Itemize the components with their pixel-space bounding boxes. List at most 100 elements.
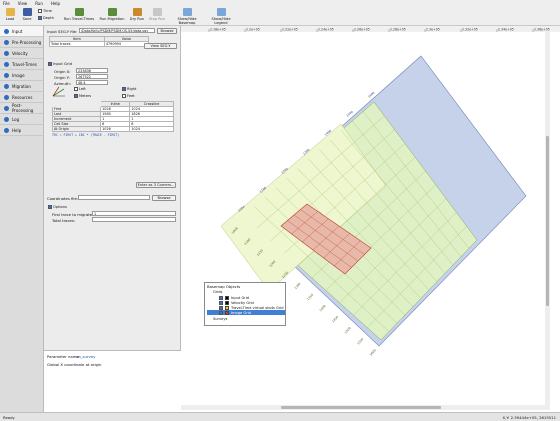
basemap-view[interactable]: 2.18e+05 2.2e+05 2.22e+05 2.24e+05 2.26e+05 2… [181, 26, 560, 412]
grid-parameters-table: Inline Crossline First 1026 1024 Last 1980 1… [51, 101, 174, 132]
save-button[interactable]: Save [20, 8, 34, 21]
menu-file[interactable]: File [3, 1, 10, 6]
origin-x-label: Origin X: [54, 69, 71, 74]
first-trace-field[interactable]: 1 [92, 211, 176, 216]
view-segy-button[interactable]: View SEG-Y [144, 43, 177, 49]
total-traces-value: 4790994 [103, 41, 150, 47]
run-migration-button[interactable]: Run Migration [98, 8, 126, 21]
sidebar-item-label: Velocity [12, 50, 28, 56]
dry-run-button[interactable]: Dry Run [128, 8, 146, 21]
parameter-description: Global X coordinate at origin [47, 362, 102, 367]
save-label: Save [22, 17, 32, 21]
run-icon [74, 8, 84, 16]
sidebar-item-label: Input [12, 28, 23, 34]
legend-swatch [225, 305, 229, 310]
depth-radio[interactable] [38, 16, 42, 20]
menu-help[interactable]: Help [51, 1, 60, 6]
sidebar-item-migration[interactable]: Migration [0, 81, 43, 92]
legend-item-grids[interactable]: Grids [213, 289, 222, 294]
pre-processing-icon [4, 39, 9, 45]
show-hide-basemap-button[interactable]: Show/Hide Basemap [170, 8, 204, 25]
input-grid-group[interactable]: Input Grid [48, 61, 72, 66]
sidebar-item-label: Travel-Times [12, 61, 37, 67]
sidebar-item-post-processing[interactable]: Post-Processing [0, 103, 43, 114]
run-travel-times-button[interactable]: Run Travel-Times [62, 8, 96, 21]
inline-cell[interactable]: 1026 [100, 126, 131, 132]
sidebar-item-resources[interactable]: Resources [0, 92, 43, 103]
origin-y-label: Origin Y: [54, 75, 70, 80]
sidebar-item-help[interactable]: Help [0, 125, 43, 136]
menu-run[interactable]: Run [35, 1, 43, 6]
legend-checkbox[interactable] [219, 305, 223, 310]
menu-view[interactable]: View [18, 1, 28, 6]
feet-option[interactable]: Feet [122, 94, 135, 98]
ruler-tick-label: 2.34e+05 [498, 28, 514, 32]
right-option[interactable]: Right [122, 87, 136, 91]
ruler-tick-label: 2.36e+05 [534, 28, 550, 32]
grid-orientation-icon [52, 86, 65, 97]
time-radio[interactable] [38, 9, 42, 13]
options-checkbox[interactable] [48, 205, 52, 209]
azimuth-field[interactable]: 48.4 [76, 80, 108, 85]
coordinates-file-label: Coordinates file: [47, 196, 79, 201]
coordinates-file-input[interactable] [78, 195, 150, 200]
crossline-cell[interactable]: 1024 [129, 126, 174, 132]
depth-option[interactable]: Depth [38, 16, 54, 20]
legend-item-label: Velocity Grid [231, 300, 254, 305]
basemap-legend: Basemap Objects Grids Input Grid Velocit… [204, 282, 286, 326]
input-grid-checkbox[interactable] [48, 61, 52, 66]
map-vertical-scrollbar-thumb[interactable] [546, 136, 549, 306]
sidebar-item-input[interactable]: Input [0, 26, 43, 37]
sidebar-item-label: Image [12, 72, 25, 78]
browse-segy-button[interactable]: Browse [157, 27, 177, 34]
legend-checkbox[interactable] [219, 295, 223, 300]
legend-item-surveys[interactable]: Surveys [213, 316, 227, 321]
sidebar-item-label: Migration [12, 83, 31, 89]
sidebar: Input Pre-Processing Velocity Travel-Tim… [0, 26, 44, 412]
map-horizontal-scrollbar-thumb[interactable] [281, 406, 441, 409]
input-icon [4, 28, 9, 34]
left-label: Left [79, 87, 86, 91]
meters-radio[interactable] [74, 94, 78, 98]
travel-times-icon [4, 61, 9, 67]
inline-tick-label: 1600 [369, 348, 377, 356]
stop-run-button[interactable]: Stop Run [148, 8, 166, 21]
sidebar-item-travel-times[interactable]: Travel-Times [0, 59, 43, 70]
total-traces-field[interactable] [92, 217, 176, 222]
legend-title: Basemap Objects [207, 284, 241, 289]
show-hide-legend-button[interactable]: Show/Hide Legend [206, 8, 236, 25]
dry-run-icon [132, 8, 142, 16]
ruler-tick-label: 2.24e+05 [318, 28, 334, 32]
ruler-tick-label: 2.32e+05 [462, 28, 478, 32]
origin-x-field[interactable]: 233636 [76, 68, 108, 73]
left-radio[interactable] [74, 87, 78, 91]
sidebar-item-label: Pre-Processing [12, 39, 42, 45]
options-label: Options [53, 205, 67, 209]
left-option[interactable]: Left [74, 87, 86, 91]
dry-run-label: Dry Run [129, 17, 145, 21]
row-label: At Origin [51, 126, 102, 132]
time-option[interactable]: Time [38, 9, 52, 13]
legend-swatch [225, 310, 229, 315]
sidebar-item-pre-processing[interactable]: Pre-Processing [0, 37, 43, 48]
load-button[interactable]: Load [3, 8, 17, 21]
ruler-tick-label: 2.3e+05 [426, 28, 440, 32]
segy-file-input[interactable]: /Data/Kelly/PSDM/PSDM.OS.05/data.sgy [79, 28, 155, 33]
legend-checkbox[interactable] [219, 300, 223, 305]
sidebar-item-image[interactable]: Image [0, 70, 43, 81]
enter-as-3-corners-button[interactable]: Enter as 3 Corners... [136, 182, 176, 188]
options-group[interactable]: Options [48, 205, 67, 209]
sidebar-item-velocity[interactable]: Velocity [0, 48, 43, 59]
sidebar-item-log[interactable]: Log [0, 114, 43, 125]
meters-option[interactable]: Meters [74, 94, 91, 98]
right-radio[interactable] [122, 87, 126, 91]
feet-radio[interactable] [122, 94, 126, 98]
legend-checkbox[interactable] [219, 310, 223, 315]
parameter-name-value: xn_survey [76, 354, 96, 359]
browse-coordinates-button[interactable]: Browse [152, 194, 176, 201]
map-icon [182, 8, 192, 16]
input-grid-label: Input Grid [53, 61, 73, 66]
origin-y-field[interactable]: 267522 [76, 74, 108, 79]
basemap-canvas[interactable]: 2.18e+05 2.2e+05 2.22e+05 2.24e+05 2.26e+05 2… [181, 26, 560, 412]
legend-item-image-grid[interactable]: Image Grid [207, 310, 285, 315]
